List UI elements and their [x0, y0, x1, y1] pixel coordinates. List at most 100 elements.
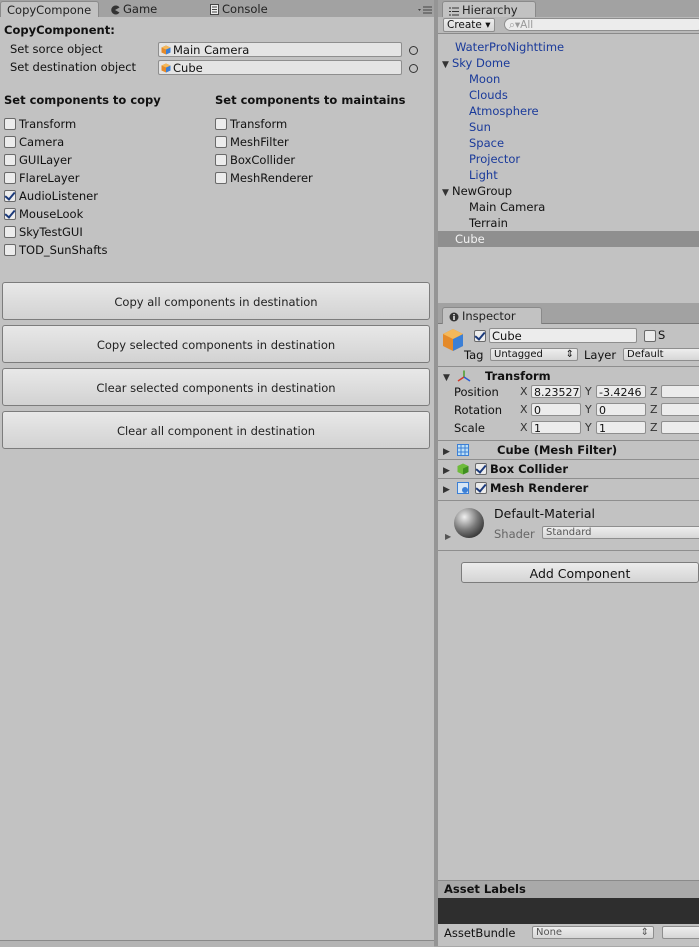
scale-y-field[interactable]: 1: [596, 421, 646, 434]
enabled-checkbox[interactable]: [475, 463, 488, 475]
mesh-renderer-icon: [457, 482, 471, 498]
layer-label: Layer: [584, 348, 617, 362]
tag-label: Tag: [464, 348, 484, 362]
checkbox[interactable]: [4, 208, 16, 220]
tab-hierarchy[interactable]: Hierarchy: [442, 1, 536, 18]
hierarchy-item[interactable]: Sun: [469, 119, 491, 135]
hierarchy-item[interactable]: ▼ NewGroup: [442, 183, 512, 199]
hierarchy-item[interactable]: WaterProNighttime: [455, 39, 564, 55]
hierarchy-panel: Create ▾ ⌕▾All WaterProNighttime ▼ Sky Do…: [438, 17, 699, 303]
hierarchy-item[interactable]: Projector: [469, 151, 520, 167]
hierarchy-item[interactable]: Moon: [469, 71, 500, 87]
tab-game[interactable]: Game: [104, 1, 163, 17]
tag-value: Untagged: [494, 349, 543, 360]
rotation-label: Rotation: [454, 403, 503, 417]
layer-dropdown[interactable]: Default: [623, 348, 699, 361]
copy-item[interactable]: SkyTestGUI: [4, 224, 83, 240]
search-placeholder: All: [520, 19, 534, 31]
clear-all-button[interactable]: Clear all component in destination: [2, 411, 430, 449]
mesh-filter-header[interactable]: ▶ Cube (Mesh Filter): [443, 442, 617, 458]
static-checkbox[interactable]: [644, 330, 656, 342]
hierarchy-item[interactable]: Terrain: [469, 215, 508, 231]
object-picker-icon[interactable]: [409, 46, 418, 55]
clear-selected-button[interactable]: Clear selected components in destination: [2, 368, 430, 406]
maintain-item[interactable]: MeshRenderer: [215, 170, 313, 186]
add-component-button[interactable]: Add Component: [461, 562, 699, 583]
position-z-field[interactable]: [661, 385, 699, 398]
tab-label: Inspector: [462, 309, 516, 323]
rotation-x-field[interactable]: 0: [531, 403, 581, 416]
tag-dropdown[interactable]: Untagged ⇕: [490, 348, 578, 361]
box-collider-header[interactable]: ▶ Box Collider: [443, 461, 568, 477]
expand-arrow-icon[interactable]: ▼: [442, 185, 452, 201]
copy-item[interactable]: MouseLook: [4, 206, 83, 222]
transform-header[interactable]: ▼ Transform: [443, 368, 551, 384]
maintain-item[interactable]: MeshFilter: [215, 134, 289, 150]
maintain-item[interactable]: BoxCollider: [215, 152, 295, 168]
maintain-item[interactable]: Transform: [215, 116, 287, 132]
source-object-field[interactable]: Main Camera: [158, 42, 402, 57]
asset-variant-dropdown[interactable]: [662, 926, 699, 939]
position-x-field[interactable]: 8.23527: [531, 385, 581, 398]
dest-label: Set destination object: [10, 60, 137, 74]
divider: [438, 366, 699, 367]
position-y-field[interactable]: -3.4246: [596, 385, 646, 398]
cube-object-icon: [442, 328, 464, 355]
checkbox[interactable]: [4, 154, 16, 166]
asset-bundle-dropdown[interactable]: None ⇕: [532, 926, 654, 939]
tab-copycomponent[interactable]: CopyCompone: [0, 1, 99, 18]
create-dropdown[interactable]: Create ▾: [443, 18, 495, 32]
checkbox[interactable]: [4, 190, 16, 202]
expand-arrow-icon[interactable]: ▼: [442, 57, 452, 73]
rotation-y-field[interactable]: 0: [596, 403, 646, 416]
hierarchy-item[interactable]: Space: [469, 135, 504, 151]
divider: [438, 440, 699, 441]
asset-bundle-label: AssetBundle: [444, 926, 516, 940]
hierarchy-item[interactable]: Light: [469, 167, 498, 183]
checkbox[interactable]: [4, 136, 16, 148]
checkbox[interactable]: [215, 172, 227, 184]
hierarchy-item[interactable]: ▼ Sky Dome: [442, 55, 510, 71]
checkbox[interactable]: [4, 226, 16, 238]
x-label: X: [520, 421, 528, 434]
collapse-arrow-icon[interactable]: ▶: [443, 444, 453, 460]
object-name-field[interactable]: Cube: [489, 328, 637, 343]
copy-item[interactable]: Camera: [4, 134, 64, 150]
expand-arrow-icon[interactable]: ▼: [443, 370, 453, 386]
hierarchy-search-input[interactable]: ⌕▾All: [504, 18, 699, 31]
copy-item[interactable]: GUILayer: [4, 152, 72, 168]
tab-console[interactable]: Console: [204, 1, 274, 17]
hierarchy-item[interactable]: Atmosphere: [469, 103, 539, 119]
scale-z-field[interactable]: [661, 421, 699, 434]
object-picker-icon[interactable]: [409, 64, 418, 73]
inspector-panel: Cube S Tag Untagged ⇕ Layer Default ▼ Tra…: [438, 324, 699, 946]
hierarchy-item[interactable]: Main Camera: [469, 199, 545, 215]
copy-selected-button[interactable]: Copy selected components in destination: [2, 325, 430, 363]
copy-item[interactable]: TOD_SunShafts: [4, 242, 108, 258]
checkbox[interactable]: [4, 244, 16, 256]
collapse-arrow-icon[interactable]: ▶: [443, 482, 453, 498]
copy-item[interactable]: AudioListener: [4, 188, 98, 204]
hierarchy-item[interactable]: Clouds: [469, 87, 508, 103]
tab-inspector[interactable]: Inspector: [442, 307, 542, 324]
collapse-arrow-icon[interactable]: ▶: [443, 463, 453, 479]
enabled-checkbox[interactable]: [475, 482, 488, 494]
checkbox[interactable]: [4, 172, 16, 184]
checkbox[interactable]: [215, 136, 227, 148]
create-label: Create: [447, 19, 482, 31]
mesh-renderer-header[interactable]: ▶ Mesh Renderer: [443, 480, 588, 496]
maintain-list-header: Set components to maintains: [215, 93, 406, 107]
rotation-z-field[interactable]: [661, 403, 699, 416]
active-checkbox[interactable]: [474, 330, 486, 342]
shader-dropdown[interactable]: Standard: [542, 526, 699, 539]
copy-all-button[interactable]: Copy all components in destination: [2, 282, 430, 320]
hierarchy-item-selected[interactable]: Cube: [455, 231, 485, 247]
collapse-arrow-icon[interactable]: ▶: [445, 532, 451, 541]
checkbox[interactable]: [215, 154, 227, 166]
checkbox[interactable]: [4, 118, 16, 130]
checkbox[interactable]: [215, 118, 227, 130]
copy-item[interactable]: Transform: [4, 116, 76, 132]
copy-item[interactable]: FlareLayer: [4, 170, 79, 186]
scale-x-field[interactable]: 1: [531, 421, 581, 434]
dest-object-field[interactable]: Cube: [158, 60, 402, 75]
